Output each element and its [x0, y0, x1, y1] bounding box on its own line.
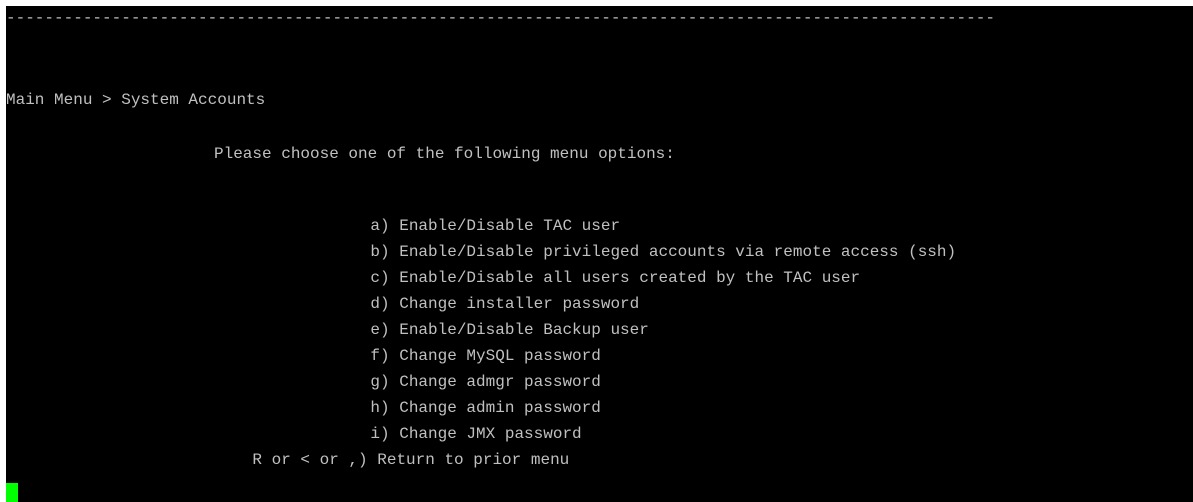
- menu-option-d[interactable]: d) Change installer password: [332, 274, 639, 313]
- breadcrumb: Main Menu > System Accounts: [6, 91, 266, 109]
- menu-option-key: R or < or ,): [252, 451, 368, 469]
- menu-option-h[interactable]: h) Change admin password: [332, 378, 600, 417]
- menu-option-e[interactable]: e) Enable/Disable Backup user: [332, 300, 648, 339]
- menu-option-c[interactable]: c) Enable/Disable all users created by t…: [332, 248, 860, 287]
- menu-option-return[interactable]: R or < or ,) Return to prior menu: [214, 430, 569, 469]
- terminal-window[interactable]: ----------------------------------------…: [6, 6, 1193, 502]
- menu-option-a[interactable]: a) Enable/Disable TAC user: [332, 196, 620, 235]
- menu-prompt: Please choose one of the following menu …: [214, 145, 675, 163]
- menu-option-b[interactable]: b) Enable/Disable privileged accounts vi…: [332, 222, 956, 261]
- menu-option-i[interactable]: i) Change JMX password: [332, 404, 581, 443]
- terminal-cursor: [6, 483, 18, 502]
- menu-option-label: Return to prior menu: [377, 451, 570, 469]
- menu-option-f[interactable]: f) Change MySQL password: [332, 326, 600, 365]
- menu-option-g[interactable]: g) Change admgr password: [332, 352, 600, 391]
- separator-rule: ----------------------------------------…: [6, 9, 995, 27]
